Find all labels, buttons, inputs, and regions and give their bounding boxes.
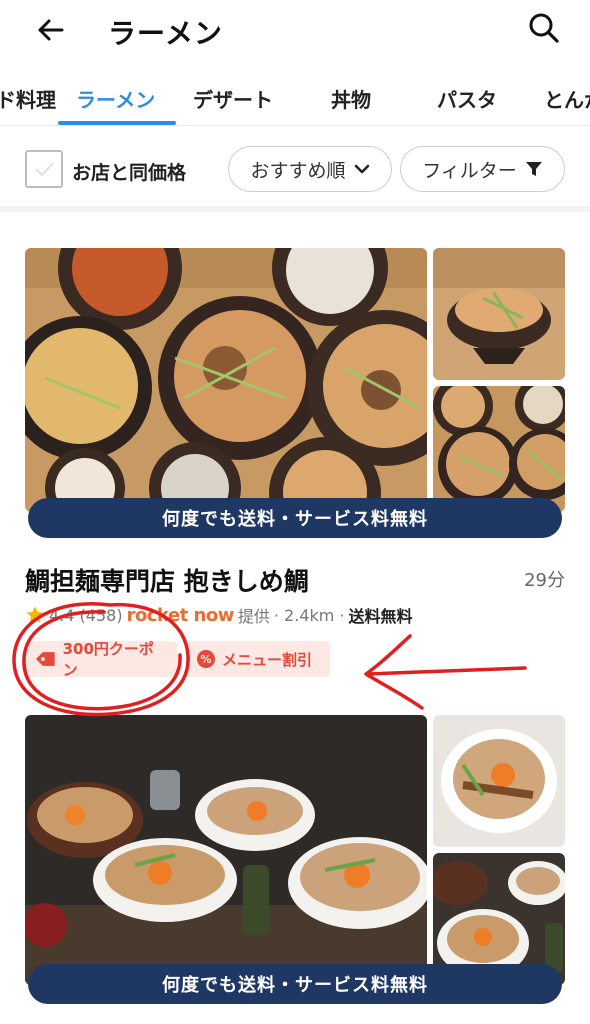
search-button[interactable] bbox=[526, 10, 562, 46]
app-header: ラーメン bbox=[0, 0, 590, 62]
tag-icon bbox=[35, 652, 55, 666]
provider-suffix: 提供 bbox=[237, 607, 270, 626]
percent-icon: % bbox=[197, 650, 215, 668]
back-button[interactable] bbox=[32, 12, 68, 48]
arrow-left-icon bbox=[38, 19, 64, 41]
sort-label: おすすめ順 bbox=[250, 159, 346, 182]
filter-button[interactable]: フィルター bbox=[400, 146, 565, 192]
restaurant-side-photo bbox=[433, 715, 565, 847]
same-price-label: お店と同価格 bbox=[72, 162, 187, 184]
same-price-checkbox[interactable] bbox=[25, 150, 63, 188]
category-tabs: ド料理 ラーメン デザート 丼物 パスタ とんか bbox=[0, 72, 590, 126]
rating-text: 4.4 (458) bbox=[49, 605, 123, 625]
filter-bar: お店と同価格 おすすめ順 フィルター bbox=[0, 126, 590, 212]
tab-ramen[interactable]: ラーメン bbox=[76, 84, 155, 113]
restaurant-main-photo bbox=[25, 715, 427, 985]
provider-brand: rocket now bbox=[126, 604, 235, 626]
coupon-label: 300円クーポン bbox=[62, 640, 154, 679]
chevron-down-icon bbox=[354, 164, 369, 174]
tab-category[interactable]: ド料理 bbox=[0, 84, 56, 113]
sort-dropdown[interactable]: おすすめ順 bbox=[228, 146, 392, 192]
delivery-time: 29分 bbox=[524, 570, 565, 591]
restaurant-side-photo bbox=[433, 248, 565, 380]
promo-banner: 何度でも送料・サービス料無料 bbox=[28, 964, 562, 1004]
check-icon bbox=[35, 162, 54, 177]
discount-badge: % メニュー割引 bbox=[186, 641, 330, 677]
restaurant-name[interactable]: 鯛担麺専門店 抱きしめ鯛 bbox=[25, 562, 309, 598]
filter-label: フィルター bbox=[422, 159, 517, 182]
tab-donburi[interactable]: 丼物 bbox=[331, 84, 371, 113]
restaurant-meta: 4.4 (458) rocket now 提供 · 2.4km · 送料無料 bbox=[25, 603, 413, 627]
tab-dessert[interactable]: デザート bbox=[193, 84, 273, 113]
restaurant-side-photo bbox=[433, 386, 565, 512]
promo-banner: 何度でも送料・サービス料無料 bbox=[28, 498, 562, 538]
page-title: ラーメン bbox=[108, 17, 223, 50]
delivery-fee: 送料無料 bbox=[348, 607, 413, 626]
tab-tonkatsu[interactable]: とんか bbox=[544, 84, 590, 113]
tab-pasta[interactable]: パスタ bbox=[437, 84, 497, 113]
active-tab-indicator bbox=[58, 121, 176, 125]
coupon-badge: 300円クーポン bbox=[25, 640, 177, 679]
search-icon bbox=[529, 13, 559, 43]
funnel-icon bbox=[525, 162, 542, 176]
discount-label: メニュー割引 bbox=[222, 650, 313, 669]
annotation-arrow bbox=[364, 634, 527, 710]
svg-text:%: % bbox=[200, 653, 211, 666]
star-icon bbox=[26, 606, 44, 623]
distance-text: · 2.4km · bbox=[273, 605, 345, 625]
restaurant-main-photo bbox=[25, 248, 427, 512]
